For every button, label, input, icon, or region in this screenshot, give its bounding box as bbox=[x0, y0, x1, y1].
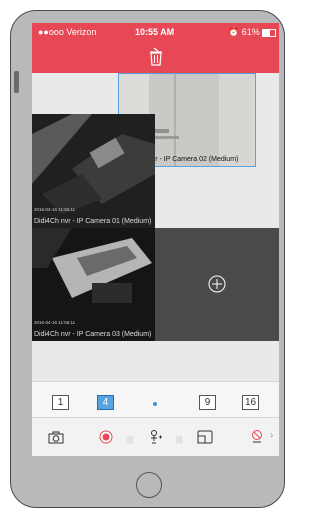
battery-status: ⏰ 61% bbox=[228, 27, 276, 38]
trash-icon[interactable] bbox=[148, 47, 164, 67]
window-icon[interactable] bbox=[197, 430, 213, 444]
phone-side-button bbox=[14, 71, 19, 93]
stop-icon[interactable] bbox=[250, 429, 264, 445]
battery-icon bbox=[261, 28, 276, 37]
action-bar bbox=[32, 43, 279, 73]
layout-1-button[interactable]: 1 bbox=[52, 395, 69, 410]
camera-timestamp: 2016-04-16 11:55:11 bbox=[34, 320, 76, 325]
camera-label: Didi4Ch nvr - IP Camera 03 (Medium) bbox=[34, 331, 152, 338]
camera-label: Didi4Ch nvr - IP Camera 01 (Medium) bbox=[34, 218, 152, 225]
layout-4-button[interactable]: 4 bbox=[97, 395, 114, 410]
camera-tile-01[interactable]: 2016-04-16 11:55:11 Didi4Ch nvr - IP Cam… bbox=[32, 114, 155, 228]
snapshot-icon[interactable] bbox=[48, 431, 64, 444]
battery-percent: 61% bbox=[241, 27, 260, 37]
clock-time: 10:55 AM bbox=[135, 27, 175, 37]
camera-timestamp: 2016-04-16 11:55:11 bbox=[34, 207, 76, 212]
add-camera-icon[interactable] bbox=[207, 274, 227, 294]
page-indicator-dot bbox=[153, 402, 157, 406]
app-screen: ●●ooo Verizon 10:55 AM ⏰ 61% Didi4Ch nvr… bbox=[32, 23, 279, 456]
layout-9-button[interactable]: 9 bbox=[199, 395, 216, 410]
bottom-toolbar: ||| ||| › bbox=[32, 417, 279, 456]
toolbar-separator: ||| bbox=[176, 435, 183, 444]
more-arrow-icon[interactable]: › bbox=[270, 430, 273, 441]
empty-camera-slot[interactable] bbox=[155, 228, 279, 341]
layout-selector: 1 4 9 16 bbox=[32, 381, 279, 418]
carrier-name: ●●ooo Verizon bbox=[38, 27, 97, 37]
status-bar: ●●ooo Verizon 10:55 AM ⏰ 61% bbox=[32, 23, 279, 43]
layout-16-button[interactable]: 16 bbox=[242, 395, 259, 410]
record-icon[interactable] bbox=[99, 430, 113, 444]
ptz-icon[interactable] bbox=[148, 429, 164, 445]
alarm-icon: ⏰ bbox=[228, 27, 240, 37]
toolbar-separator: ||| bbox=[127, 435, 134, 444]
camera-tile-03[interactable]: 2016-04-16 11:55:11 Didi4Ch nvr - IP Cam… bbox=[32, 228, 155, 341]
home-button[interactable] bbox=[136, 472, 162, 498]
